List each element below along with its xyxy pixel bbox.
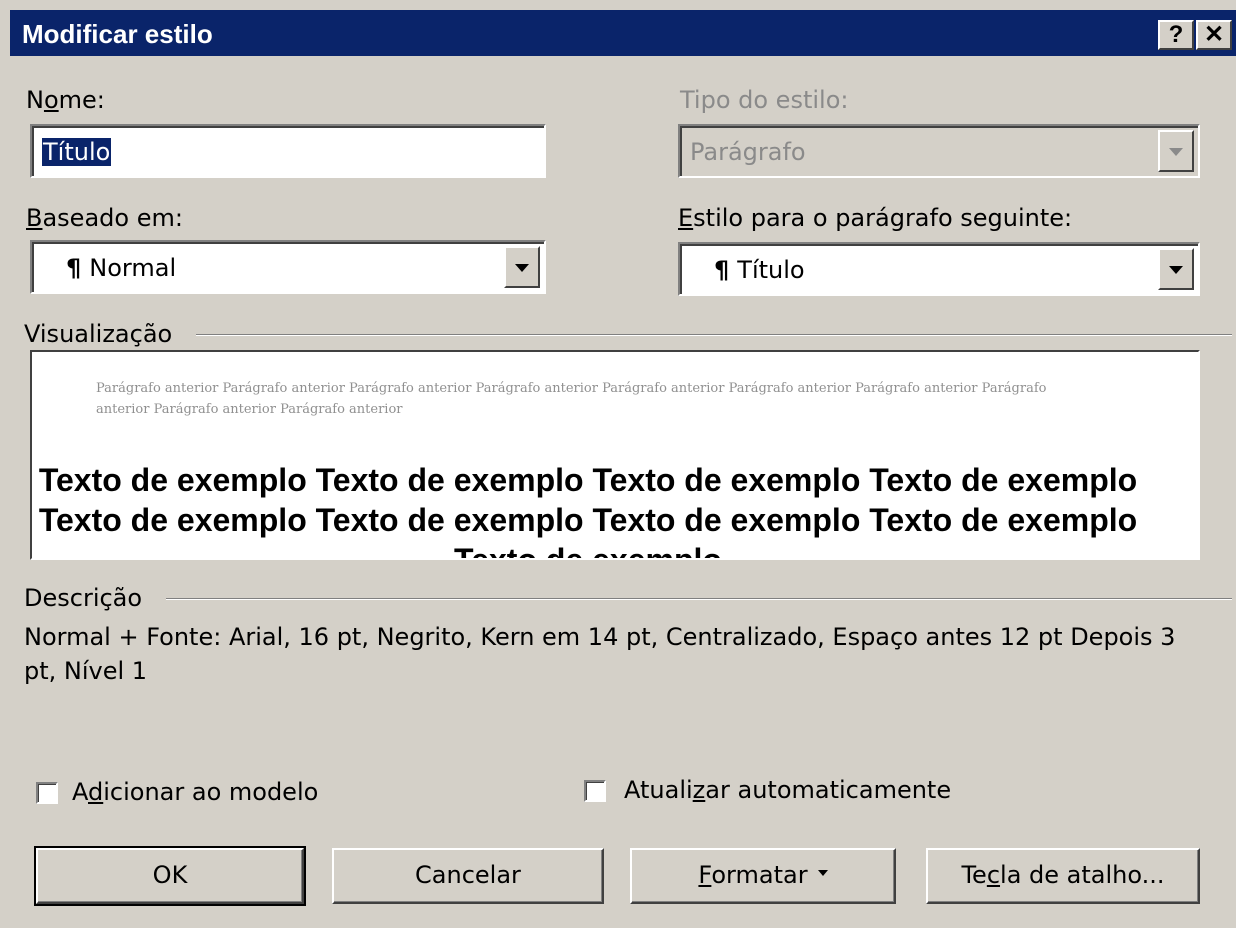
paragraph-mark-icon: ¶ (66, 254, 82, 282)
next-style-dropdown-button[interactable] (1158, 248, 1194, 290)
style-type-label: Tipo do estilo: (680, 86, 849, 114)
based-on-label: Baseado em: (26, 204, 183, 232)
style-type-value: Parágrafo (690, 138, 806, 166)
add-to-template-checkbox[interactable] (36, 782, 58, 804)
paragraph-mark-icon: ¶ (714, 256, 730, 284)
modify-style-dialog: Modificar estilo ? ✕ Nome: Título Tipo d… (0, 0, 1236, 928)
next-style-select[interactable]: ¶ Título (678, 242, 1200, 296)
preview-sample-text: Texto de exemplo Texto de exemplo Texto … (38, 462, 1138, 560)
auto-update-checkbox[interactable] (584, 780, 606, 802)
next-style-value: Título (737, 256, 805, 284)
ok-button[interactable]: OK (34, 846, 306, 906)
description-text: Normal + Fonte: Arial, 16 pt, Negrito, K… (24, 623, 1176, 685)
preview-label: Visualização (24, 320, 173, 348)
chevron-down-icon (1169, 148, 1183, 156)
preview-group-line (196, 334, 1232, 336)
preview-previous-paragraph: Parágrafo anterior Parágrafo anterior Pa… (96, 381, 1047, 417)
auto-update-label[interactable]: Atualizar automaticamente (624, 776, 951, 804)
style-type-select: Parágrafo (678, 124, 1200, 178)
name-input-value: Título (42, 138, 112, 166)
chevron-down-icon (515, 264, 529, 272)
name-input[interactable]: Título (30, 124, 546, 178)
add-to-template-label[interactable]: Adicionar ao modelo (72, 778, 318, 806)
help-button[interactable]: ? (1158, 20, 1194, 50)
next-style-label: Estilo para o parágrafo seguinte: (678, 204, 1073, 232)
cancel-button[interactable]: Cancelar (332, 848, 604, 904)
description-label: Descrição (24, 584, 143, 612)
description-group-line (166, 598, 1232, 600)
style-type-dropdown-button (1158, 130, 1194, 172)
chevron-down-icon (817, 870, 828, 876)
format-button[interactable]: Formatar (630, 848, 896, 904)
chevron-down-icon (1169, 266, 1183, 274)
based-on-select[interactable]: ¶ Normal (30, 240, 546, 294)
title-bar[interactable]: Modificar estilo ? ✕ (10, 10, 1236, 56)
based-on-dropdown-button[interactable] (504, 246, 540, 288)
name-label: Nome: (26, 86, 105, 114)
shortcut-key-button[interactable]: Tecla de atalho... (926, 848, 1200, 904)
based-on-value: Normal (89, 254, 177, 282)
style-preview: Parágrafo anterior Parágrafo anterior Pa… (30, 350, 1200, 560)
close-button[interactable]: ✕ (1196, 20, 1232, 50)
dialog-title: Modificar estilo (22, 19, 213, 49)
